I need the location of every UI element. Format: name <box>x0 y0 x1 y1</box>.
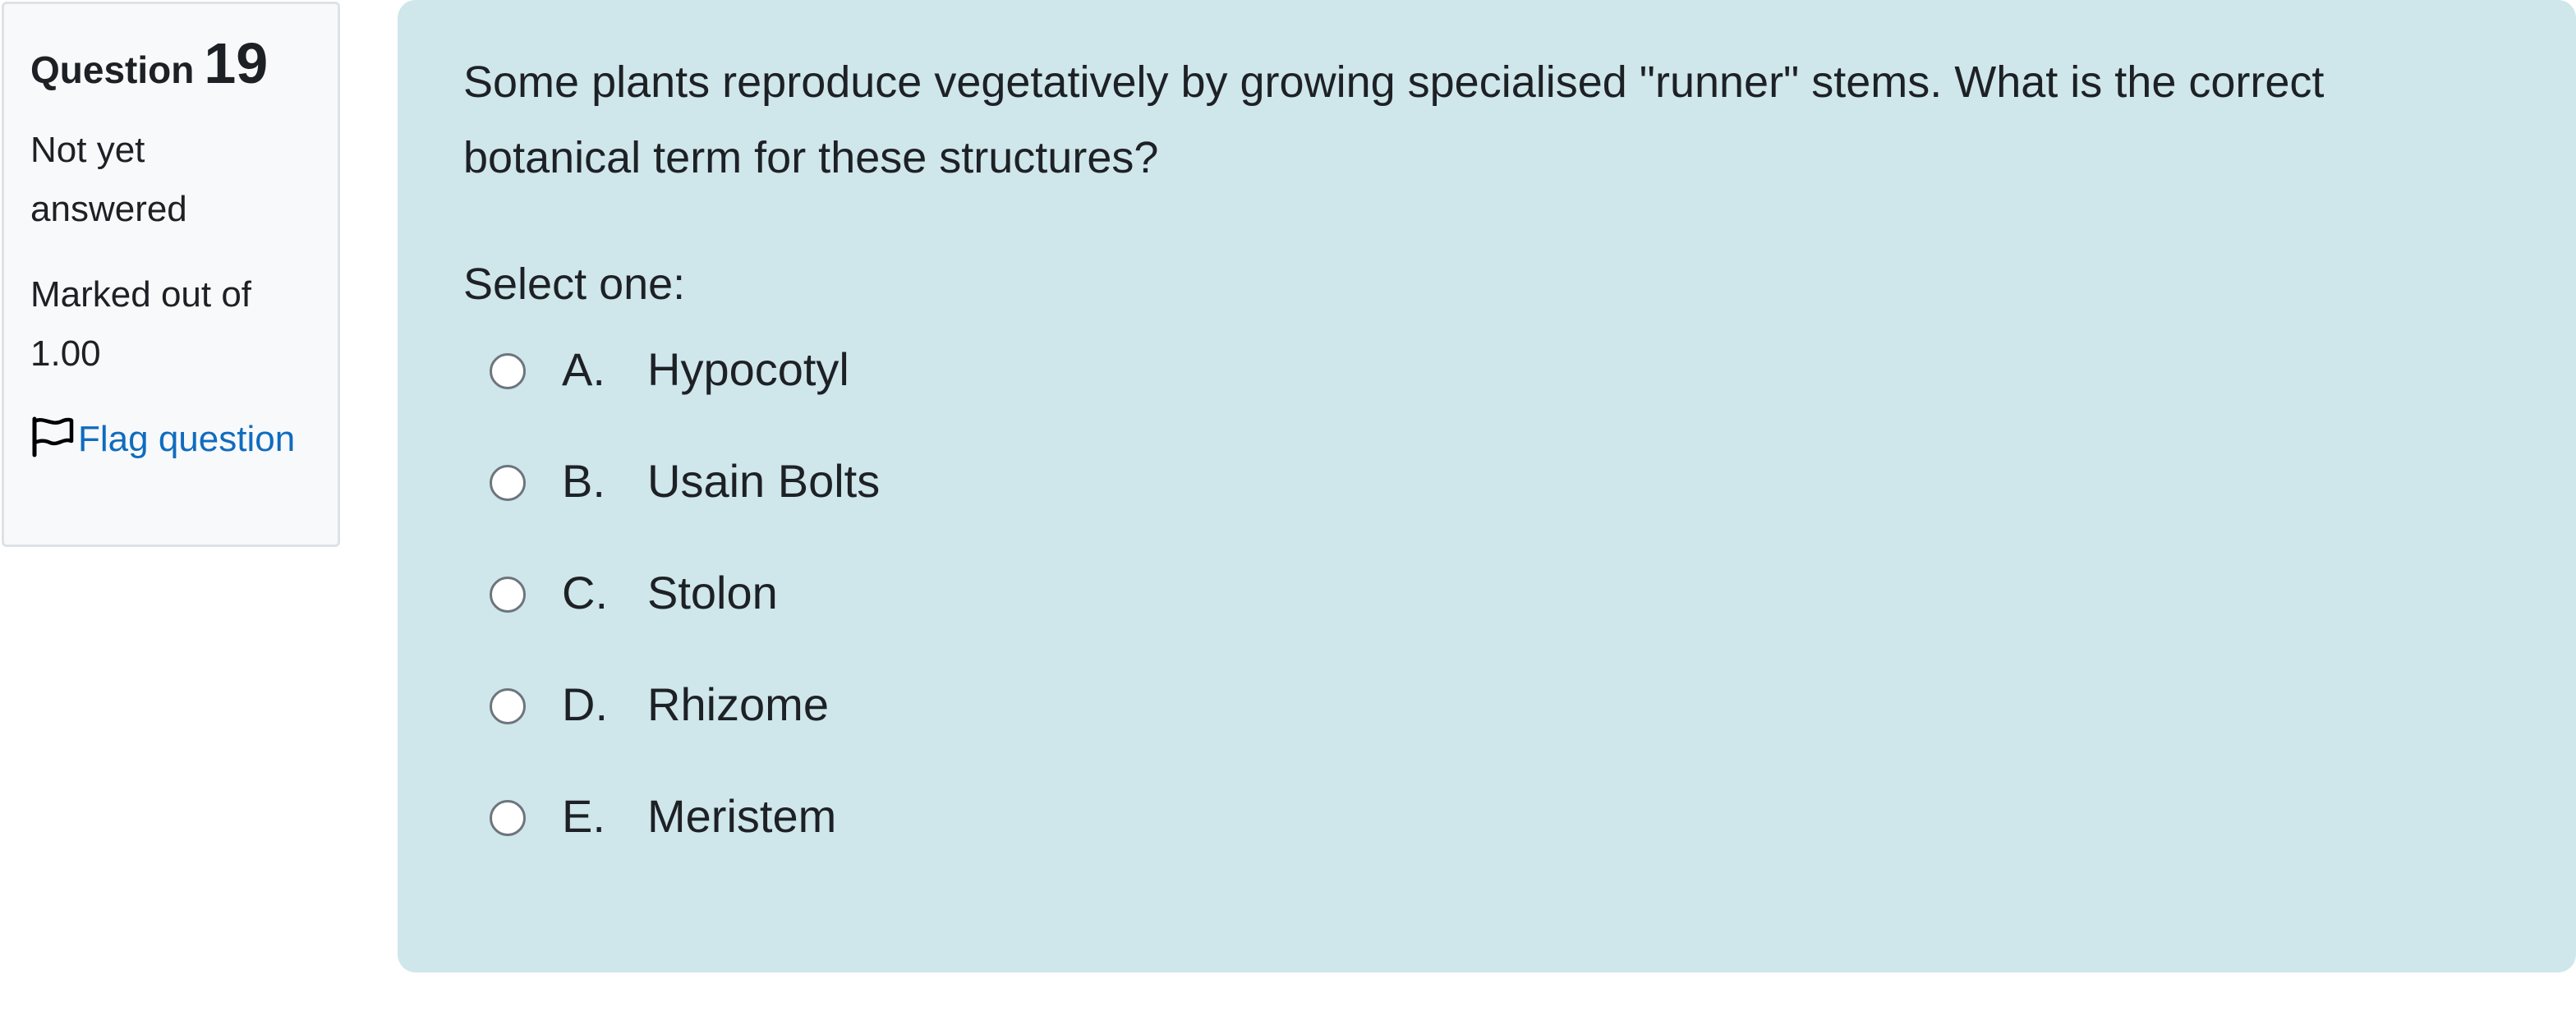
answer-b-letter: B. <box>562 455 605 507</box>
answer-option-e[interactable]: E. Meristem <box>463 787 2510 899</box>
answer-e-radio[interactable] <box>490 800 526 836</box>
question-content: Some plants reproduce vegetatively by gr… <box>398 0 2576 972</box>
flag-question-link[interactable]: Flag question <box>30 410 311 469</box>
question-text: Some plants reproduce vegetatively by gr… <box>463 57 2325 182</box>
answer-option-d[interactable]: D. Rhizome <box>463 675 2510 787</box>
answer-c-letter: C. <box>562 567 608 618</box>
answer-option-a[interactable]: A. Hypocotyl <box>463 340 2510 452</box>
answer-b-label[interactable]: Usain Bolts <box>647 452 880 511</box>
answer-prompt: Select one: <box>463 260 686 309</box>
question-info-panel: Question 19 Not yet answered Marked out o… <box>2 2 340 547</box>
answer-c-label[interactable]: Stolon <box>647 563 778 623</box>
answer-option-b[interactable]: B. Usain Bolts <box>463 452 2510 563</box>
answer-d-radio[interactable] <box>490 688 526 724</box>
answer-option-c[interactable]: C. Stolon <box>463 563 2510 675</box>
question-number: 19 <box>204 31 269 95</box>
answer-b-radio[interactable] <box>490 465 526 501</box>
answer-c-radio[interactable] <box>490 577 526 613</box>
question-state: Not yet answered <box>30 130 187 229</box>
question-label: Question <box>30 48 195 91</box>
flag-question-label: Flag question <box>78 419 296 459</box>
answer-d-letter: D. <box>562 678 608 730</box>
answer-a-radio[interactable] <box>490 353 526 389</box>
answer-d-label[interactable]: Rhizome <box>647 675 829 734</box>
question-number-heading: Question 19 <box>30 29 311 98</box>
question-grade: Marked out of 1.00 <box>30 274 252 374</box>
answer-e-letter: E. <box>562 790 605 842</box>
answer-list: A. Hypocotyl B. Usain Bolts C. Stolon D.… <box>463 340 2510 899</box>
flag-icon <box>32 416 74 457</box>
answer-e-label[interactable]: Meristem <box>647 787 836 846</box>
answer-a-letter: A. <box>562 343 605 395</box>
answer-a-label[interactable]: Hypocotyl <box>647 340 849 399</box>
